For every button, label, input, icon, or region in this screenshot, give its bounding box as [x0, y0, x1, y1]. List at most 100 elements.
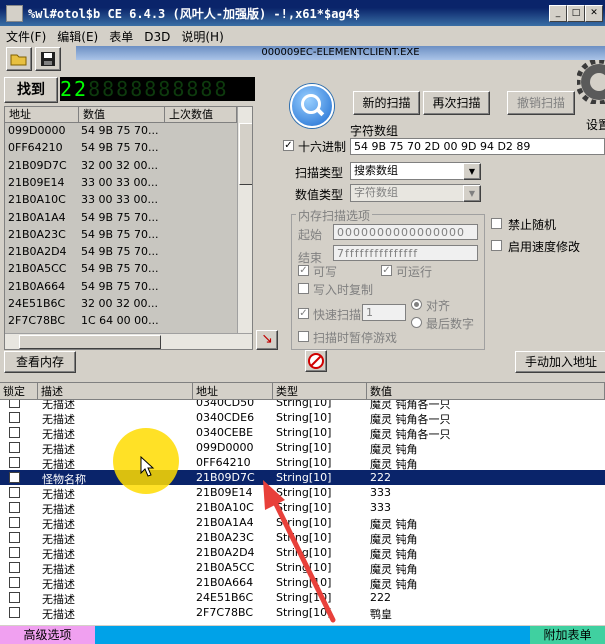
- col-value[interactable]: 数值: [367, 383, 605, 400]
- found-hscrollbar[interactable]: [5, 333, 252, 349]
- lock-checkbox[interactable]: [9, 607, 20, 618]
- fast-scan-input[interactable]: 1: [362, 304, 406, 321]
- lock-checkbox[interactable]: [9, 427, 20, 438]
- found-row[interactable]: 24E51B6C 32 00 32 00...: [5, 296, 237, 313]
- table-row[interactable]: 无描述 0FF64210 String[10] 魔灵 钝角: [0, 455, 605, 471]
- table-row[interactable]: 无描述 0340CDE6 String[10] 魔灵 钝角各一只: [0, 410, 605, 426]
- lock-checkbox[interactable]: [9, 400, 20, 408]
- found-row[interactable]: 21B09E14 33 00 33 00...: [5, 175, 237, 192]
- table-row[interactable]: 无描述 0340CD50 String[10] 魔灵 钝角各一只: [0, 400, 605, 411]
- lock-checkbox[interactable]: [9, 412, 20, 423]
- menu-bar: 文件(F) 编辑(E) 表单 D3D 说明(H): [0, 26, 605, 44]
- table-extras-button[interactable]: 附加表单: [530, 626, 605, 644]
- red-arrow-icon: ↘: [261, 331, 273, 347]
- col-address[interactable]: 地址: [193, 383, 273, 400]
- menu-file[interactable]: 文件(F): [0, 26, 51, 45]
- found-row-address: 21B09E14: [8, 175, 65, 189]
- col-prev-value[interactable]: 上次数值: [165, 107, 237, 123]
- scan-type-select[interactable]: 搜索数组: [350, 162, 480, 180]
- found-scrollbar[interactable]: [237, 107, 252, 333]
- row-address: 0FF64210: [196, 456, 251, 469]
- menu-d3d[interactable]: D3D: [138, 28, 175, 44]
- writable-checkbox[interactable]: ✓: [298, 265, 309, 276]
- found-row[interactable]: 21B0A23C 54 9B 75 70...: [5, 227, 237, 244]
- found-row[interactable]: 21B0A664 54 9B 75 70...: [5, 279, 237, 296]
- lock-checkbox[interactable]: [9, 547, 20, 558]
- row-type: String[10]: [276, 411, 332, 424]
- found-row-address: 21B0A10C: [8, 193, 66, 207]
- found-row[interactable]: 099D0000 54 9B 75 70...: [5, 123, 237, 140]
- start-address-input[interactable]: 0000000000000000: [333, 224, 478, 240]
- close-button[interactable]: ✕: [585, 5, 603, 22]
- found-row[interactable]: 21B0A1A4 54 9B 75 70...: [5, 210, 237, 227]
- save-button[interactable]: [35, 47, 61, 71]
- menu-edit[interactable]: 编辑(E): [51, 26, 103, 45]
- maximize-button[interactable]: □: [567, 5, 585, 22]
- open-folder-button[interactable]: [6, 47, 32, 71]
- col-lock[interactable]: 锁定: [0, 383, 38, 400]
- row-value: 333: [370, 501, 391, 514]
- found-row[interactable]: 21B0A5CC 54 9B 75 70...: [5, 261, 237, 278]
- row-description: 无描述: [42, 608, 75, 621]
- value-type-dropdown-icon[interactable]: ▼: [463, 185, 481, 202]
- lock-checkbox[interactable]: [9, 577, 20, 588]
- found-row[interactable]: 2F7C78BC 1C 64 00 00...: [5, 313, 237, 330]
- found-row[interactable]: 21B0A10C 33 00 33 00...: [5, 192, 237, 209]
- title-bar: %wl#otol$b CE 6.4.3 (风叶人-加强版) -!,x61*$ag…: [0, 0, 605, 26]
- pause-game-checkbox[interactable]: [298, 331, 309, 342]
- lock-checkbox[interactable]: [9, 562, 20, 573]
- found-row-value: 54 9B 75 70...: [81, 245, 159, 259]
- found-row[interactable]: 0FF64210 54 9B 75 70...: [5, 140, 237, 157]
- speedhack-checkbox[interactable]: [491, 240, 502, 251]
- found-row[interactable]: 21B0A2D4 54 9B 75 70...: [5, 244, 237, 261]
- col-description[interactable]: 描述: [38, 383, 193, 400]
- lock-checkbox[interactable]: [9, 487, 20, 498]
- value-type-select[interactable]: 字符数组: [350, 184, 480, 202]
- scan-type-dropdown-icon[interactable]: ▼: [463, 163, 481, 180]
- value-type-value: 字符数组: [354, 186, 398, 199]
- lock-checkbox[interactable]: [9, 472, 20, 483]
- row-value: 鹗皇: [370, 608, 392, 621]
- align-radio[interactable]: [411, 299, 422, 310]
- found-row-value: 54 9B 75 70...: [81, 141, 159, 155]
- magnifier-icon: [290, 84, 334, 128]
- found-list[interactable]: 地址 数值 上次数值 099D0000 54 9B 75 70... 0FF6421…: [4, 106, 253, 350]
- end-address-input[interactable]: 7fffffffffffffff: [333, 245, 478, 261]
- table-row[interactable]: 无描述 099D0000 String[10] 魔灵 钝角: [0, 440, 605, 456]
- row-value: 222: [370, 471, 391, 484]
- scan-value-input[interactable]: 54 9B 75 70 2D 00 9D 94 D2 89: [350, 138, 605, 155]
- add-to-list-button[interactable]: ↘: [256, 330, 278, 350]
- mouse-cursor-icon: [140, 456, 155, 477]
- col-address[interactable]: 地址: [5, 107, 79, 123]
- last-digits-radio[interactable]: [411, 317, 422, 328]
- view-memory-button[interactable]: 查看内存: [4, 351, 76, 373]
- clear-button[interactable]: [305, 350, 327, 372]
- menu-table[interactable]: 表单: [103, 26, 138, 45]
- settings-label[interactable]: 设置: [586, 116, 605, 133]
- hex-checkbox[interactable]: ✓: [283, 140, 294, 151]
- advanced-options-button[interactable]: 高级选项: [0, 626, 95, 644]
- lock-checkbox[interactable]: [9, 592, 20, 603]
- lock-checkbox[interactable]: [9, 517, 20, 528]
- executable-checkbox[interactable]: ✓: [381, 265, 392, 276]
- next-scan-button[interactable]: 再次扫描: [423, 91, 490, 115]
- lock-checkbox[interactable]: [9, 457, 20, 468]
- new-scan-button[interactable]: 新的扫描: [353, 91, 420, 115]
- minimize-button[interactable]: _: [549, 5, 567, 22]
- menu-help[interactable]: 说明(H): [175, 26, 228, 45]
- lock-checkbox[interactable]: [9, 502, 20, 513]
- found-row[interactable]: 21B09D7C 32 00 32 00...: [5, 158, 237, 175]
- add-address-manually-button[interactable]: 手动加入地址: [515, 351, 605, 373]
- app-icon: [6, 5, 23, 22]
- ce-logo[interactable]: [575, 58, 605, 106]
- col-value[interactable]: 数值: [79, 107, 165, 123]
- fast-scan-checkbox[interactable]: ✓: [298, 308, 309, 319]
- copy-on-write-checkbox[interactable]: [298, 283, 309, 294]
- lock-checkbox[interactable]: [9, 442, 20, 453]
- lock-checkbox[interactable]: [9, 532, 20, 543]
- no-random-checkbox[interactable]: [491, 218, 502, 229]
- col-type[interactable]: 类型: [273, 383, 367, 400]
- found-row-address: 0FF64210: [8, 141, 63, 155]
- table-row[interactable]: 无描述 0340CEBE String[10] 魔灵 钝角各一只: [0, 425, 605, 441]
- undo-scan-button[interactable]: 撤销扫描: [507, 91, 575, 115]
